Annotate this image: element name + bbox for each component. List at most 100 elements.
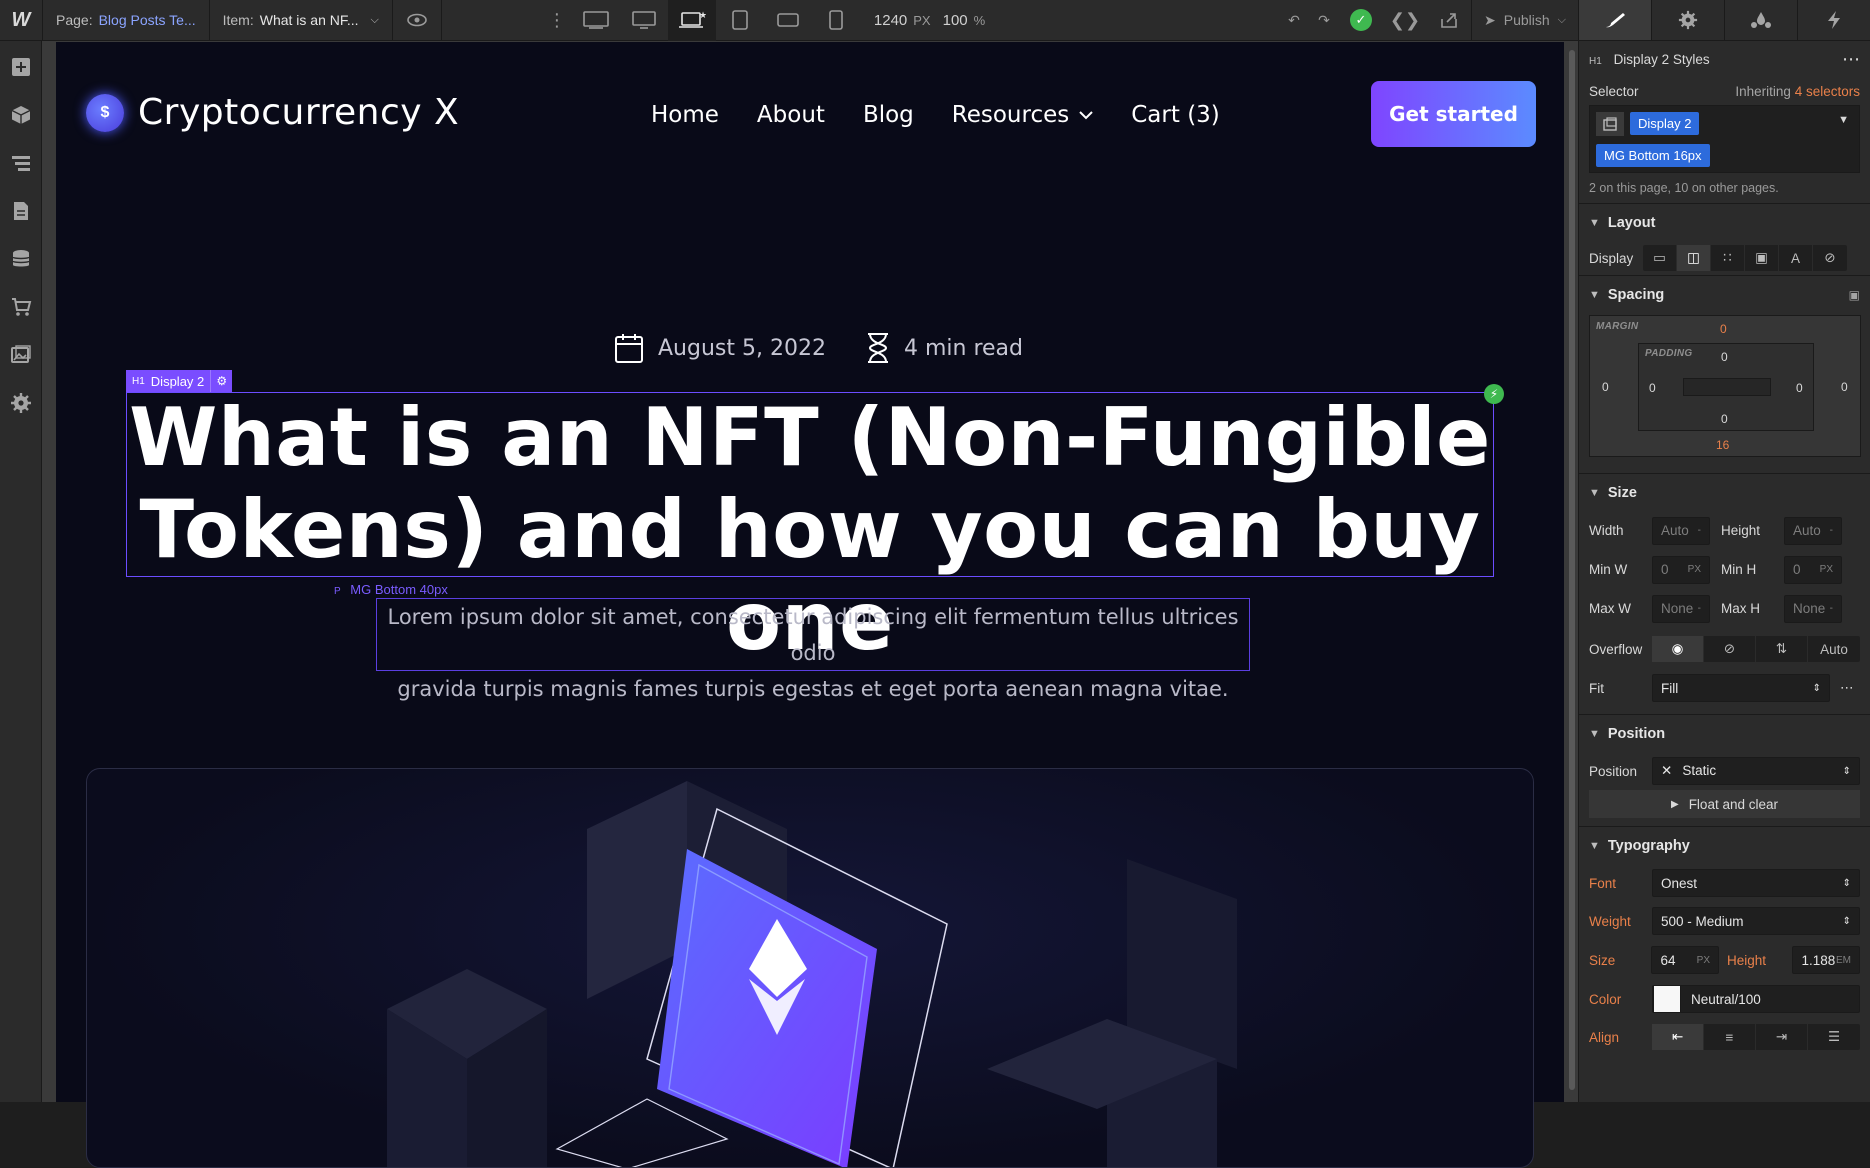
settings-gear-icon[interactable] <box>0 379 42 427</box>
nav-cart[interactable]: Cart (3) <box>1131 102 1220 128</box>
float-clear-toggle[interactable]: ▶ Float and clear <box>1589 790 1860 818</box>
share-icon[interactable] <box>1427 0 1471 41</box>
align-row: Align ⇤ ≡ ⇥ ☰ <box>1579 1018 1870 1056</box>
breakpoint-mobile-portrait-icon[interactable] <box>812 0 860 41</box>
breakpoint-mobile-landscape-icon[interactable] <box>764 0 812 41</box>
add-elements-icon[interactable] <box>0 43 42 91</box>
min-h-label: Min H <box>1721 562 1757 577</box>
fit-select[interactable]: Fill ⇕ <box>1652 674 1830 702</box>
updown-caret-icon: ⇕ <box>1842 915 1851 927</box>
weight-select[interactable]: 500 - Medium ⇕ <box>1652 907 1860 935</box>
cms-item-selector[interactable]: Item: What is an NF... ⌵ <box>210 0 392 41</box>
width-unit: - <box>1697 525 1701 536</box>
max-height-input[interactable]: None - <box>1784 594 1842 623</box>
display-block-icon[interactable]: ▭ <box>1643 245 1677 271</box>
design-canvas[interactable]: $ Cryptocurrency X Home About Blog Resou… <box>56 42 1564 1102</box>
display-flex-icon[interactable]: ◫ <box>1677 245 1711 271</box>
margin-left[interactable]: 0 <box>1602 380 1609 394</box>
style-brush-icon[interactable] <box>1579 0 1652 40</box>
align-left-icon[interactable]: ⇤ <box>1652 1024 1704 1050</box>
site-audit-check-icon[interactable]: ✓ <box>1339 0 1383 41</box>
padding-bottom[interactable]: 0 <box>1721 412 1728 426</box>
fit-more-icon[interactable]: ⋯ <box>1840 680 1854 696</box>
selector-field[interactable]: Display 2 MG Bottom 16px ▼ <box>1589 105 1860 173</box>
selector-label: Selector <box>1589 83 1639 99</box>
overflow-visible-eye-icon[interactable]: ◉ <box>1652 636 1704 662</box>
navigator-icon[interactable] <box>0 139 42 187</box>
publish-button[interactable]: ➤ Publish ⌵ <box>1472 12 1578 29</box>
font-size-input[interactable]: 64 PX <box>1651 946 1720 974</box>
padding-left[interactable]: 0 <box>1649 381 1656 395</box>
font-select[interactable]: Onest ⇕ <box>1652 869 1860 897</box>
selector-type-icon[interactable] <box>1596 112 1624 136</box>
display-grid-icon[interactable]: ∷ <box>1711 245 1745 271</box>
webflow-logo[interactable]: W <box>0 0 42 41</box>
display-none-icon[interactable]: ⊘ <box>1813 245 1847 271</box>
align-justify-icon[interactable]: ☰ <box>1808 1024 1860 1050</box>
site-logo[interactable]: $ Cryptocurrency X <box>86 92 459 133</box>
position-select[interactable]: ✕ Static ⇕ <box>1652 757 1860 785</box>
nav-resources-dropdown[interactable]: Resources <box>952 102 1093 128</box>
inheriting-info[interactable]: Inheriting 4 selectors <box>1735 84 1860 99</box>
nav-home[interactable]: Home <box>651 102 719 128</box>
more-horizontal-icon[interactable]: ⋯ <box>1842 49 1860 70</box>
nav-about[interactable]: About <box>757 102 825 128</box>
undo-icon[interactable]: ↶ <box>1279 0 1309 41</box>
color-swatch[interactable] <box>1653 985 1681 1013</box>
breakpoint-tablet-icon[interactable] <box>716 0 764 41</box>
nav-blog[interactable]: Blog <box>863 102 914 128</box>
layout-section-header[interactable]: ▼ Layout <box>1579 203 1870 241</box>
style-manager-drops-icon[interactable] <box>1725 0 1798 40</box>
interactions-bolt-icon[interactable] <box>1798 0 1870 40</box>
display-inline-block-icon[interactable]: ▣ <box>1745 245 1779 271</box>
size-section-header[interactable]: ▼ Size <box>1579 473 1870 511</box>
spacing-expand-icon[interactable]: ▣ <box>1849 288 1860 302</box>
margin-right[interactable]: 0 <box>1841 380 1848 394</box>
code-export-icon[interactable]: ❮❯ <box>1383 0 1427 41</box>
line-height-input[interactable]: 1.188 EM <box>1792 946 1860 974</box>
position-section-header[interactable]: ▼ Position <box>1579 714 1870 752</box>
redo-icon[interactable]: ↷ <box>1309 0 1339 41</box>
element-settings-gear-icon[interactable] <box>1652 0 1725 40</box>
ecommerce-cart-icon[interactable] <box>0 283 42 331</box>
overflow-hidden-icon[interactable]: ⊘ <box>1704 636 1756 662</box>
typography-section-header[interactable]: ▼ Typography <box>1579 826 1870 864</box>
selector-chip-display-2[interactable]: Display 2 <box>1630 112 1700 135</box>
display-inline-icon[interactable]: A <box>1779 245 1813 271</box>
selector-chip-mg-bottom[interactable]: MG Bottom 16px <box>1596 144 1710 167</box>
canvas-width-unit: PX <box>913 12 931 28</box>
margin-bottom[interactable]: 16 <box>1716 438 1729 452</box>
margin-top[interactable]: 0 <box>1720 322 1727 336</box>
pages-icon[interactable] <box>0 187 42 235</box>
page-selector[interactable]: Page: Blog Posts Te... <box>43 0 209 41</box>
components-icon[interactable] <box>0 91 42 139</box>
color-input[interactable]: Neutral/100 <box>1652 985 1860 1013</box>
max-width-input[interactable]: None - <box>1652 594 1710 623</box>
overflow-segmented: ◉ ⊘ ⇅ Auto <box>1652 636 1860 662</box>
selector-dropdown-caret-icon[interactable]: ▼ <box>1838 114 1849 126</box>
cms-database-icon[interactable] <box>0 235 42 283</box>
get-started-button[interactable]: Get started <box>1371 81 1536 147</box>
element-settings-gear-icon[interactable]: ⚙ <box>210 370 233 392</box>
width-input[interactable]: Auto - <box>1652 516 1710 545</box>
overflow-scroll-icon[interactable]: ⇅ <box>1756 636 1808 662</box>
min-width-input[interactable]: 0 PX <box>1652 555 1710 584</box>
updown-caret-icon: ⇕ <box>1812 682 1821 694</box>
more-vertical-icon[interactable]: ⋮ <box>542 0 572 41</box>
canvas-scrollbar[interactable] <box>1566 42 1578 1102</box>
breakpoint-desktop-icon[interactable]: ★ <box>667 0 716 41</box>
assets-icon[interactable] <box>0 331 42 379</box>
spacing-section-header[interactable]: ▼ Spacing ▣ <box>1579 275 1870 313</box>
min-height-input[interactable]: 0 PX <box>1784 555 1842 584</box>
height-input[interactable]: Auto - <box>1784 516 1842 545</box>
breakpoint-xl-icon[interactable] <box>620 0 668 41</box>
padding-top[interactable]: 0 <box>1721 350 1728 364</box>
padding-right[interactable]: 0 <box>1796 381 1803 395</box>
overflow-auto[interactable]: Auto <box>1808 636 1860 662</box>
preview-eye-icon[interactable] <box>393 0 441 41</box>
align-right-icon[interactable]: ⇥ <box>1756 1024 1808 1050</box>
selected-element-tag[interactable]: H1 Display 2 ⚙ <box>126 370 233 392</box>
align-center-icon[interactable]: ≡ <box>1704 1024 1756 1050</box>
breakpoint-xxl-icon[interactable] <box>572 0 620 41</box>
panel-header: H1 Display 2 Styles ⋯ <box>1579 41 1870 77</box>
